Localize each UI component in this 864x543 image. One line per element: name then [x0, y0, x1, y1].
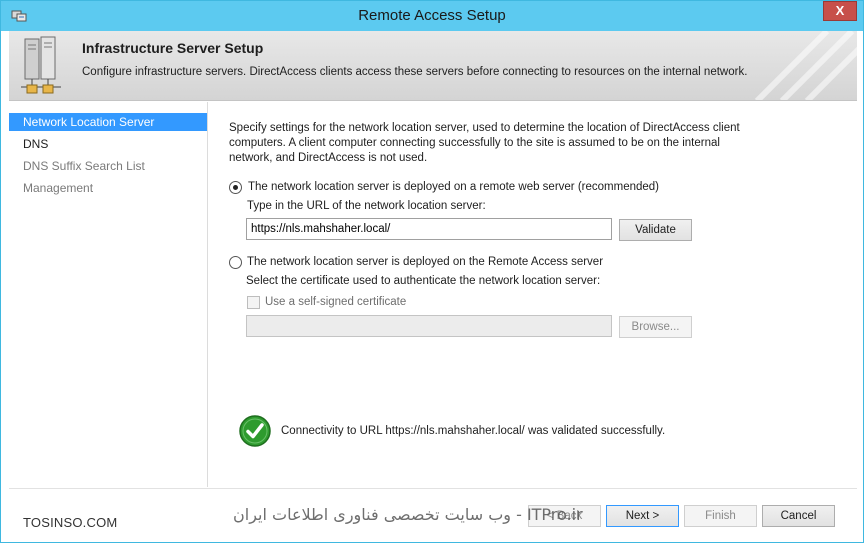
nav-item-network-location-server[interactable]: Network Location Server: [9, 113, 207, 131]
radio-remote-web-server[interactable]: [229, 181, 242, 194]
nls-url-input[interactable]: [246, 218, 612, 240]
validate-button[interactable]: Validate: [619, 219, 692, 241]
watermark-tosinso: TOSINSO.COM: [23, 515, 118, 530]
nav-item-dns[interactable]: DNS: [9, 135, 207, 153]
url-prompt-label: Type in the URL of the network location …: [247, 200, 486, 212]
window-title: Remote Access Setup: [358, 7, 506, 24]
wizard-navigation: Network Location Server DNS DNS Suffix S…: [9, 102, 208, 487]
cert-prompt-label: Select the certificate used to authentic…: [246, 275, 601, 287]
self-signed-checkbox-label: Use a self-signed certificate: [265, 296, 407, 308]
success-check-icon: [239, 415, 271, 447]
close-button[interactable]: X: [823, 1, 857, 21]
browse-button[interactable]: Browse...: [619, 316, 692, 338]
radio-remote-access-server-label[interactable]: The network location server is deployed …: [247, 256, 603, 268]
nav-item-dns-suffix-search-list: DNS Suffix Search List: [23, 159, 145, 173]
wizard-header: Infrastructure Server Setup Configure in…: [9, 31, 857, 101]
validation-status-text: Connectivity to URL https://nls.mahshahe…: [281, 425, 666, 437]
nav-item-management: Management: [23, 181, 94, 195]
server-icon: [21, 36, 61, 94]
title-bar[interactable]: Remote Access Setup X: [1, 1, 863, 31]
certificate-input[interactable]: [246, 315, 612, 337]
finish-button[interactable]: Finish: [684, 505, 757, 527]
footer-divider: [9, 488, 857, 489]
remote-access-setup-window: Remote Access Setup X Infrastructure Ser…: [0, 0, 864, 543]
watermark-itpro: ITPro.ir - وب سایت تخصصی فناوری اطلاعات …: [233, 505, 583, 524]
intro-text: Specify settings for the network locatio…: [229, 122, 740, 164]
cancel-button[interactable]: Cancel: [762, 505, 835, 527]
page-description: Configure infrastructure servers. Direct…: [82, 66, 748, 78]
self-signed-checkbox[interactable]: [247, 296, 260, 309]
page-title: Infrastructure Server Setup: [82, 40, 264, 56]
radio-remote-access-server[interactable]: [229, 256, 242, 269]
header-decoration: [754, 31, 857, 100]
next-button[interactable]: Next >: [606, 505, 679, 527]
radio-remote-web-server-label[interactable]: The network location server is deployed …: [248, 181, 659, 193]
